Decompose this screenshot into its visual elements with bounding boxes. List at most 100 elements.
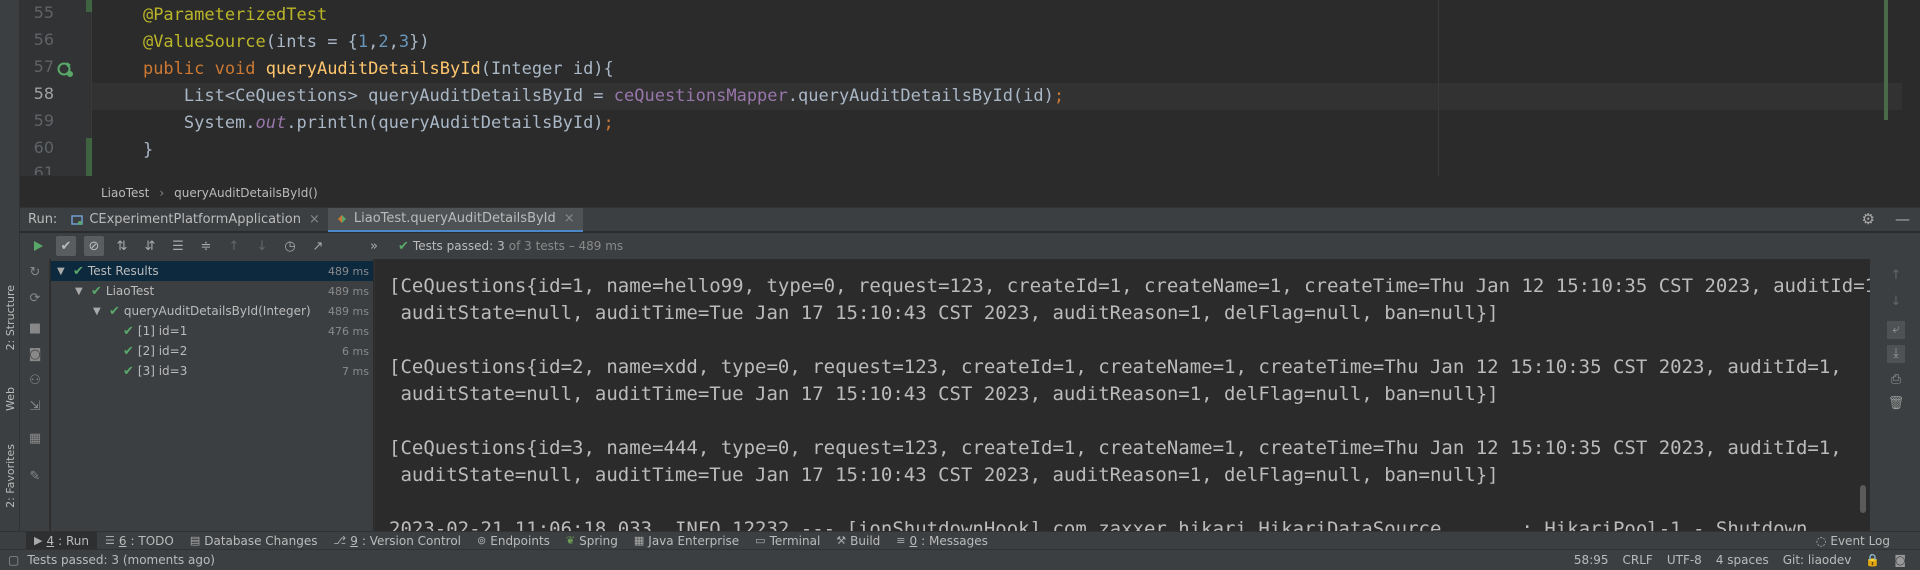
status-message[interactable]: Tests passed: 3 (moments ago)	[27, 553, 215, 567]
run-test-gutter-icon[interactable]	[56, 60, 74, 78]
soft-wrap-icon[interactable]: ⤶	[1887, 321, 1905, 339]
code-line-56: @ValueSource(ints = {1,2,3})	[142, 32, 430, 52]
collapse-arrow-icon[interactable]: ▼	[93, 306, 105, 317]
collapse-arrow-icon[interactable]: ▼	[75, 286, 87, 297]
console-line: auditState=null, auditTime=Tue Jan 17 15…	[389, 302, 1499, 324]
line-number: 57	[33, 57, 54, 76]
minimize-icon[interactable]: —	[1895, 210, 1910, 228]
code-line-60: }	[142, 140, 154, 160]
sort-duration-icon[interactable]: ⇵	[140, 236, 160, 256]
tree-item-case[interactable]: ✔ [3] id=3 7 ms	[51, 361, 373, 381]
code-line-57: public void queryAuditDetailsById(Intege…	[142, 59, 614, 79]
tree-item-label: [1] id=1	[137, 324, 188, 338]
line-number: 58	[33, 84, 54, 103]
lock-icon[interactable]: 🔒	[1865, 553, 1880, 567]
toolwindow-build[interactable]: ⚒ Build	[828, 532, 888, 550]
tests-passed-count: 3	[497, 239, 505, 253]
previous-failed-icon[interactable]: ↑	[224, 236, 244, 256]
line-separator[interactable]: CRLF	[1623, 553, 1653, 567]
export-results-icon[interactable]: ↗	[308, 236, 328, 256]
tree-item-duration: 6 ms	[342, 344, 369, 358]
spring-leaf-icon: ❦	[565, 534, 576, 547]
toolwindow-endpoints[interactable]: ⊚ Endpoints	[469, 532, 558, 550]
tree-item-liaotest[interactable]: ▼ ✔ LiaoTest 489 ms	[51, 281, 373, 301]
run-tab-liaotest[interactable]: LiaoTest.queryAuditDetailsById ×	[327, 207, 583, 232]
toolwindow-todo[interactable]: ☰ 6: TODO	[97, 532, 182, 550]
check-icon: ✔	[123, 343, 134, 359]
toolwindow-version-control[interactable]: ⎇ 9: Version Control	[326, 532, 470, 550]
tree-item-case[interactable]: ✔ [2] id=2 6 ms	[51, 341, 373, 361]
spring-app-icon	[71, 214, 84, 226]
trash-icon[interactable]: 🗑	[1887, 395, 1905, 413]
toolwindow-database-changes[interactable]: ▤ Database Changes	[182, 532, 326, 550]
tree-item-test-results[interactable]: ▼ ✔ Test Results 489 ms	[51, 261, 373, 281]
git-branch[interactable]: Git: liaodev	[1783, 553, 1852, 567]
check-icon: ✔	[109, 303, 120, 319]
toolwindow-run[interactable]: ▶ 4: Run	[26, 531, 97, 550]
camera-icon[interactable]: ◙	[27, 347, 43, 363]
tree-item-case[interactable]: ✔ [1] id=1 476 ms	[51, 321, 373, 341]
next-failed-icon[interactable]: ↓	[252, 236, 272, 256]
toolwindow-java-enterprise[interactable]: ▦ Java Enterprise	[626, 532, 747, 550]
print-icon[interactable]: ⎙	[1887, 371, 1905, 389]
tool-window-bar: ▶ 4: Run ☰ 6: TODO ▤ Database Changes ⎇ 9: V…	[0, 531, 1920, 550]
editor-scrollbar-marker[interactable]	[1884, 0, 1888, 120]
toolwindow-terminal[interactable]: ▭ Terminal	[747, 532, 828, 550]
event-log-icon: ◌	[1815, 534, 1827, 548]
collapse-arrow-icon[interactable]: ▼	[57, 266, 69, 277]
close-icon[interactable]: ×	[564, 211, 575, 226]
down-arrow-icon[interactable]: ↓	[1887, 293, 1905, 311]
code-editor[interactable]: 55 56 57 58 59 60 61 @ParameterizedTest …	[20, 0, 1920, 176]
show-ignored-icon[interactable]: ⊘	[84, 236, 104, 256]
list-icon: ☰	[104, 534, 115, 547]
tree-item-duration: 7 ms	[342, 364, 369, 378]
file-encoding[interactable]: UTF-8	[1667, 553, 1702, 567]
console-output[interactable]: [CeQuestions{id=1, name=hello99, type=0,…	[374, 259, 1870, 531]
expand-all-icon[interactable]: ☰	[168, 236, 188, 256]
toolwindow-messages[interactable]: ≡ 0: Messages	[888, 532, 996, 550]
scroll-to-end-icon[interactable]: ⤓	[1887, 345, 1905, 363]
rerun-icon[interactable]	[28, 236, 48, 256]
hammer-icon: ⚒	[836, 534, 847, 547]
toggle-auto-test-icon[interactable]: ⟳	[27, 291, 43, 307]
toolwindow-spring[interactable]: ❦ Spring	[558, 532, 626, 550]
sort-alpha-icon[interactable]: ⇅	[112, 236, 132, 256]
show-passed-icon[interactable]: ✔	[56, 236, 76, 256]
terminal-icon: ▭	[755, 534, 766, 547]
gear-icon[interactable]: ⚙	[1862, 210, 1875, 228]
favorites-tab[interactable]: 2: Favorites	[0, 436, 20, 516]
breadcrumb-separator: ›	[159, 186, 165, 200]
toolwindow-event-log[interactable]: ◌ Event Log	[1816, 532, 1890, 550]
console-line: [CeQuestions{id=2, name=xdd, type=0, req…	[389, 356, 1842, 378]
breadcrumb-method[interactable]: queryAuditDetailsById()	[174, 186, 318, 200]
close-icon[interactable]: ×	[309, 212, 320, 227]
tree-item-label: queryAuditDetailsById(Integer)	[123, 304, 311, 318]
indent-setting[interactable]: 4 spaces	[1716, 553, 1769, 567]
more-chevron-icon[interactable]: »	[364, 236, 384, 256]
test-history-icon[interactable]: ◷	[280, 236, 300, 256]
caret-position[interactable]: 58:95	[1574, 553, 1609, 567]
console-scrollbar[interactable]	[1860, 485, 1866, 513]
tree-item-label: [3] id=3	[137, 364, 188, 378]
rerun-failed-icon[interactable]: ↻	[27, 265, 43, 281]
line-number: 55	[33, 3, 54, 22]
play-icon: ▶	[34, 534, 43, 547]
pin-icon[interactable]: ✎	[27, 469, 43, 485]
coverage-icon[interactable]: ⚇	[27, 373, 43, 389]
run-tab-application[interactable]: CExperimentPlatformApplication ×	[63, 208, 328, 232]
collapse-all-icon[interactable]: ≑	[196, 236, 216, 256]
console-side-toolbar: ↑ ↓ ⤶ ⤓ ⎙ 🗑	[1870, 259, 1920, 531]
breadcrumb-class[interactable]: LiaoTest	[101, 186, 149, 200]
restore-layout-icon[interactable]: ⇲	[27, 399, 43, 415]
tree-item-method[interactable]: ▼ ✔ queryAuditDetailsById(Integer) 489 ms	[51, 301, 373, 321]
notification-icon[interactable]: ◙	[1894, 553, 1906, 567]
window-icon[interactable]: ▢	[8, 553, 19, 567]
line-number: 59	[33, 111, 54, 130]
stop-icon[interactable]: ■	[27, 321, 43, 337]
up-arrow-icon[interactable]: ↑	[1887, 267, 1905, 285]
structure-tab[interactable]: 2: Structure	[0, 278, 20, 358]
web-tab[interactable]: Web	[0, 376, 20, 422]
layout-icon[interactable]: ▦	[27, 431, 43, 447]
check-icon: ✔	[398, 238, 409, 254]
line-number: 56	[33, 30, 54, 49]
